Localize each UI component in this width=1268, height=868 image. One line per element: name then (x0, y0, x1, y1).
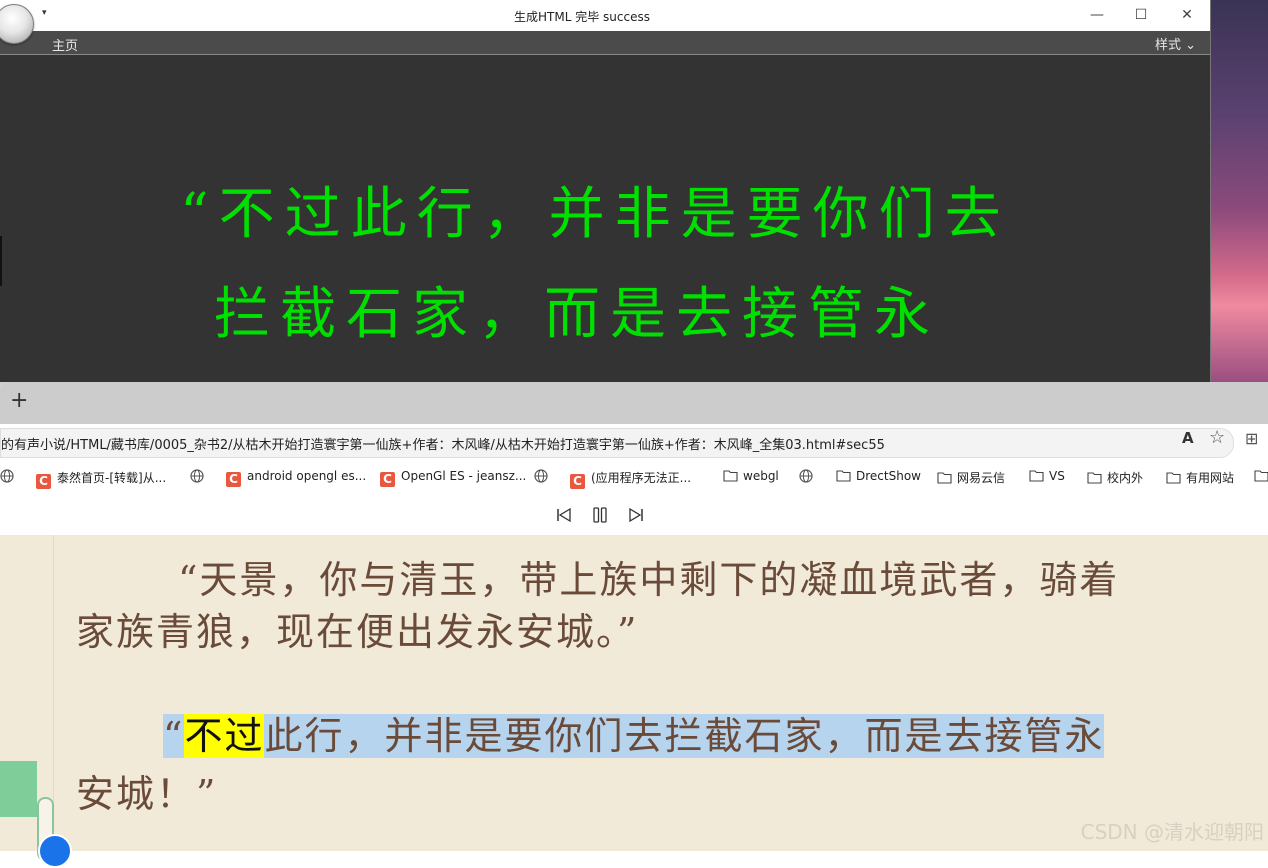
app-window: ▾ 生成HTML 完毕 success — ☐ ✕ 主页 样式 ⌄ “不过此行，… (0, 0, 1211, 382)
folder-icon (1254, 470, 1268, 482)
bookmark-label: 网易云信 (957, 471, 1006, 485)
folder-icon (1166, 472, 1181, 484)
bookmark-item[interactable]: C 泰然首页-[转载]从... (36, 469, 166, 489)
csdn-icon: C (36, 474, 51, 489)
quote-mark: “ (163, 714, 185, 758)
csdn-icon: C (570, 474, 585, 489)
folder-icon (1087, 472, 1102, 484)
render-preview-text: “不过此行，并非是要你们去 拦截石家，而是去接管永 (180, 165, 1100, 365)
folder-icon (723, 470, 738, 482)
bookmark-folder-drectshow[interactable]: DrectShow (836, 469, 921, 483)
address-bar-row: 的有声小说/HTML/藏书库/0005_杂书2/从枯木开始打造寰宇第一仙族+作者… (0, 424, 1268, 460)
render-line-1: “不过此行，并非是要你们去 (180, 182, 1011, 247)
bookmark-folder-webgl[interactable]: webgl (723, 469, 779, 483)
folder-icon (1029, 470, 1044, 482)
paragraph-2-line-1: “不过此行，并非是要你们去拦截石家，而是去接管永 (163, 705, 1243, 760)
read-aloud-controls (0, 495, 1268, 535)
tabstrip-background (0, 382, 1268, 424)
watermark: CSDN @清水迎朝阳 (1080, 820, 1264, 844)
bookmark-label: 有用网站 (1186, 471, 1235, 485)
bookmark-label: 校内外 (1107, 471, 1144, 485)
bookmark-label: android opengl es... (247, 469, 367, 483)
read-aloud-icon[interactable]: A (1182, 429, 1194, 447)
bookmark-folder-campus[interactable]: 校内外 (1087, 469, 1143, 486)
ribbon-menubar: 主页 样式 ⌄ (0, 31, 1210, 55)
maximize-button[interactable]: ☐ (1127, 4, 1155, 26)
bookmark-label: (应用程序无法正... (591, 471, 692, 485)
csdn-icon: C (380, 472, 395, 487)
globe-icon[interactable] (190, 469, 204, 483)
desktop-wallpaper (1210, 0, 1268, 382)
bookmark-label: DrectShow (856, 469, 921, 483)
floating-action-icon[interactable] (38, 834, 72, 868)
folder-icon (937, 472, 952, 484)
render-line-2: 拦截石家，而是去接管永 (214, 282, 940, 347)
bookmark-label: webgl (743, 469, 779, 483)
paragraph-1-line-1: “天景，你与清玉，带上族中剩下的凝血境武者，骑着 (178, 558, 1120, 602)
highlighted-rest: 此行，并非是要你们去拦截石家，而是去接管永 (264, 714, 1105, 758)
address-bar[interactable]: 的有声小说/HTML/藏书库/0005_杂书2/从枯木开始打造寰宇第一仙族+作者… (0, 428, 1234, 458)
next-icon[interactable] (626, 505, 646, 525)
new-tab-button[interactable]: + (10, 388, 28, 413)
paragraph-2-line-2: 安城！” (76, 772, 218, 816)
bookmarks-bar: C 泰然首页-[转载]从... Candroid opengl es... C Op… (0, 460, 1268, 496)
paragraph-1-line-2: 家族青狼，现在便出发永安城。” (76, 610, 639, 654)
bookmark-item[interactable]: Candroid opengl es... (226, 469, 366, 487)
reader-page: “天景，你与清玉，带上族中剩下的凝血境武者，骑着 家族青狼，现在便出发永安城。”… (0, 535, 1268, 868)
highlighted-sentence: “不过此行，并非是要你们去拦截石家，而是去接管永 (163, 714, 1105, 758)
render-preview-area: “不过此行，并非是要你们去 拦截石家，而是去接管永 (2, 55, 1208, 382)
globe-icon[interactable] (0, 469, 14, 483)
tab-home[interactable]: 主页 (52, 35, 78, 54)
close-button[interactable]: ✕ (1173, 4, 1201, 26)
globe-icon[interactable] (799, 469, 813, 483)
folder-icon (836, 470, 851, 482)
globe-icon[interactable] (534, 469, 548, 483)
bookmark-item[interactable]: C OpenGl ES - jeansz... (380, 469, 526, 487)
window-edge-mark (0, 236, 2, 286)
bookmark-folder-overflow[interactable] (1254, 469, 1268, 483)
bookmark-label: 泰然首页-[转载]从... (57, 471, 167, 485)
extensions-icon[interactable]: ⊞ (1245, 429, 1258, 448)
current-word-highlight: 不过 (184, 714, 265, 758)
previous-icon[interactable] (554, 505, 574, 525)
pause-icon[interactable] (590, 505, 610, 525)
browser-tabstrip: + (0, 382, 1268, 424)
bookmark-folder-netease[interactable]: 网易云信 (937, 469, 1005, 486)
bookmark-item[interactable]: C (应用程序无法正... (570, 469, 691, 489)
favorite-star-icon[interactable]: ☆ (1209, 427, 1225, 448)
side-panel-tab[interactable] (0, 761, 37, 817)
bookmark-label: OpenGl ES - jeansz... (401, 469, 527, 483)
bookmark-folder-useful[interactable]: 有用网站 (1166, 469, 1234, 486)
window-title: 生成HTML 完毕 success (514, 10, 650, 24)
csdn-icon: C (226, 472, 241, 487)
minimize-button[interactable]: — (1083, 4, 1111, 26)
style-dropdown[interactable]: 样式 ⌄ (1155, 34, 1196, 53)
title-bar: ▾ 生成HTML 完毕 success — ☐ ✕ (0, 0, 1210, 44)
bookmark-folder-vs[interactable]: VS (1029, 469, 1065, 483)
bookmark-label: VS (1049, 469, 1065, 483)
address-url[interactable]: 的有声小说/HTML/藏书库/0005_杂书2/从枯木开始打造寰宇第一仙族+作者… (1, 434, 885, 453)
